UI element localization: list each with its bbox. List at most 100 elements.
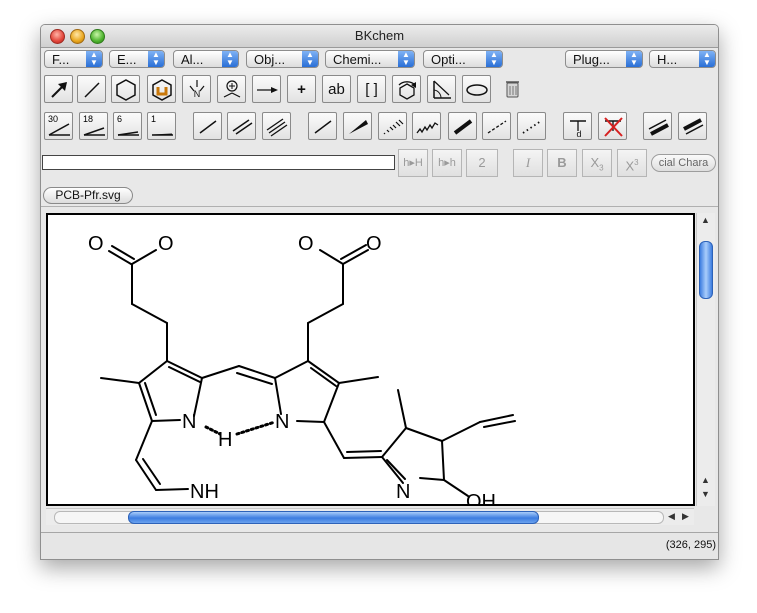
bond-dotted[interactable] — [517, 112, 546, 140]
user-template-icon — [152, 79, 172, 101]
charge-plus-icon — [223, 80, 241, 98]
vertical-scroll-thumb[interactable] — [699, 241, 713, 299]
chevron-updown-icon: ▲ ▼ — [222, 51, 238, 67]
bond-wavy[interactable] — [412, 112, 441, 140]
menu-options[interactable]: Opti... ▲ ▼ — [423, 50, 503, 68]
tool-vector-graphics[interactable] — [462, 75, 491, 103]
tool-bond-align[interactable] — [427, 75, 456, 103]
angle-line-icon — [117, 131, 139, 136]
angle-6[interactable]: 6 — [113, 112, 142, 140]
menu-file-label: F... — [52, 52, 70, 67]
hatch-bond-icon — [383, 119, 404, 135]
superscript-x: X — [625, 158, 635, 174]
angle-line-icon — [151, 133, 173, 136]
superscript-3: 3 — [634, 158, 639, 167]
horizontal-scrollbar[interactable]: ◀ ▶ — [46, 508, 694, 525]
atom-label: N — [275, 411, 289, 433]
menu-object[interactable]: Obj... ▲ ▼ — [246, 50, 319, 68]
menu-file[interactable]: F... ▲ ▼ — [44, 50, 103, 68]
bond-wedge[interactable] — [343, 112, 372, 140]
atom-label: H — [218, 429, 232, 451]
format-subscript-number[interactable]: 2 — [466, 149, 498, 177]
chevron-updown-icon: ▲ ▼ — [302, 51, 318, 67]
format-superscript[interactable]: X3 — [617, 149, 647, 177]
ellipse-icon — [466, 84, 488, 96]
plus-label: + — [297, 81, 306, 98]
bond-single[interactable] — [193, 112, 222, 140]
vertical-scrollbar[interactable]: ▲ ▲ ▼ — [696, 213, 715, 506]
menu-edit-label: E... — [117, 52, 137, 67]
atom-label: OH — [466, 491, 496, 504]
chevron-updown-icon: ▲ ▼ — [626, 51, 642, 67]
tool-arrow[interactable] — [252, 75, 281, 103]
tool-draw[interactable] — [77, 75, 106, 103]
chevron-updown-icon: ▲ ▼ — [486, 51, 502, 67]
format-h-to-h[interactable]: h▸h — [432, 149, 462, 177]
tool-brackets[interactable]: [ ] — [357, 75, 386, 103]
tool-charge[interactable] — [217, 75, 246, 103]
chevron-updown-icon: ▲ ▼ — [699, 51, 715, 67]
format-h-to-H[interactable]: h▸H — [398, 149, 428, 177]
tool-text[interactable]: ab — [322, 75, 351, 103]
atom-label: N — [182, 411, 196, 433]
line-icon — [84, 82, 100, 98]
subscript-x: X — [590, 155, 600, 170]
status-bar: (326, 295) — [41, 532, 718, 559]
tab-pcb-pfr[interactable]: PCB-Pfr.svg — [43, 187, 133, 204]
menu-help-label: H... — [657, 52, 678, 67]
drawing-canvas[interactable]: O O O O N H N NH N OH — [46, 213, 695, 506]
tool-rotate[interactable] — [392, 75, 421, 103]
bond-bold-double-right[interactable] — [678, 112, 707, 140]
tool-plus[interactable]: + — [287, 75, 316, 103]
bond-triple[interactable] — [262, 112, 291, 140]
tool-user-template[interactable] — [147, 75, 176, 103]
bond-double[interactable] — [227, 112, 256, 140]
format-italic[interactable]: I — [513, 149, 543, 177]
bond-bold-double-left[interactable] — [643, 112, 672, 140]
bond-bold[interactable] — [448, 112, 477, 140]
angle-1[interactable]: 1 — [147, 112, 176, 140]
dashed-bond-icon — [487, 120, 507, 134]
scroll-left-icon[interactable]: ◀ — [668, 511, 675, 522]
bond-dashed[interactable] — [482, 112, 511, 140]
scroll-right-icon[interactable]: ▶ — [682, 511, 689, 522]
tool-delete[interactable] — [498, 75, 527, 103]
format-bold[interactable]: B — [547, 149, 577, 177]
menu-help[interactable]: H... ▲ ▼ — [649, 50, 716, 68]
bond-normal[interactable] — [308, 112, 337, 140]
text-entry-field[interactable] — [42, 155, 395, 170]
angle-30[interactable]: 30 — [44, 112, 73, 140]
triple-bond-icon — [266, 118, 288, 137]
scroll-up-small-icon[interactable]: ▲ — [701, 215, 710, 225]
menu-align-label: Al... — [181, 52, 204, 67]
horizontal-scroll-thumb[interactable] — [128, 511, 539, 524]
subscript-sample: 2 — [478, 155, 486, 170]
bond-remove-position[interactable] — [598, 112, 627, 140]
menu-align[interactable]: Al... ▲ ▼ — [173, 50, 239, 68]
svg-text:N: N — [194, 89, 201, 99]
bond-centered[interactable]: d — [563, 112, 592, 140]
protractor-icon — [433, 80, 451, 99]
format-subscript[interactable]: X3 — [582, 149, 612, 177]
scroll-down-icon[interactable]: ▼ — [701, 489, 710, 499]
menu-chemistry-label: Chemi... — [333, 52, 382, 67]
menu-plugins[interactable]: Plug... ▲ ▼ — [565, 50, 643, 68]
menu-plugins-label: Plug... — [573, 52, 610, 67]
angle-18[interactable]: 18 — [79, 112, 108, 140]
tool-bio-template[interactable]: N — [182, 75, 211, 103]
tool-edit[interactable] — [44, 75, 73, 103]
atom-label: N — [396, 481, 410, 503]
menu-edit[interactable]: E... ▲ ▼ — [109, 50, 165, 68]
scroll-up-icon[interactable]: ▲ — [701, 475, 710, 485]
tool-template[interactable] — [111, 75, 140, 103]
wedge-bond-icon — [349, 120, 368, 134]
special-characters-button[interactable]: cial Chara — [651, 154, 716, 172]
svg-text:d: d — [576, 129, 581, 139]
wavy-bond-icon — [416, 122, 439, 134]
dotted-bond-icon — [522, 120, 542, 134]
menu-chemistry[interactable]: Chemi... ▲ ▼ — [325, 50, 415, 68]
title-bar[interactable]: BKchem — [41, 25, 718, 48]
text-tool-label: ab — [328, 81, 345, 98]
bond-hatch[interactable] — [378, 112, 407, 140]
arrow-pointer-icon — [51, 82, 67, 98]
